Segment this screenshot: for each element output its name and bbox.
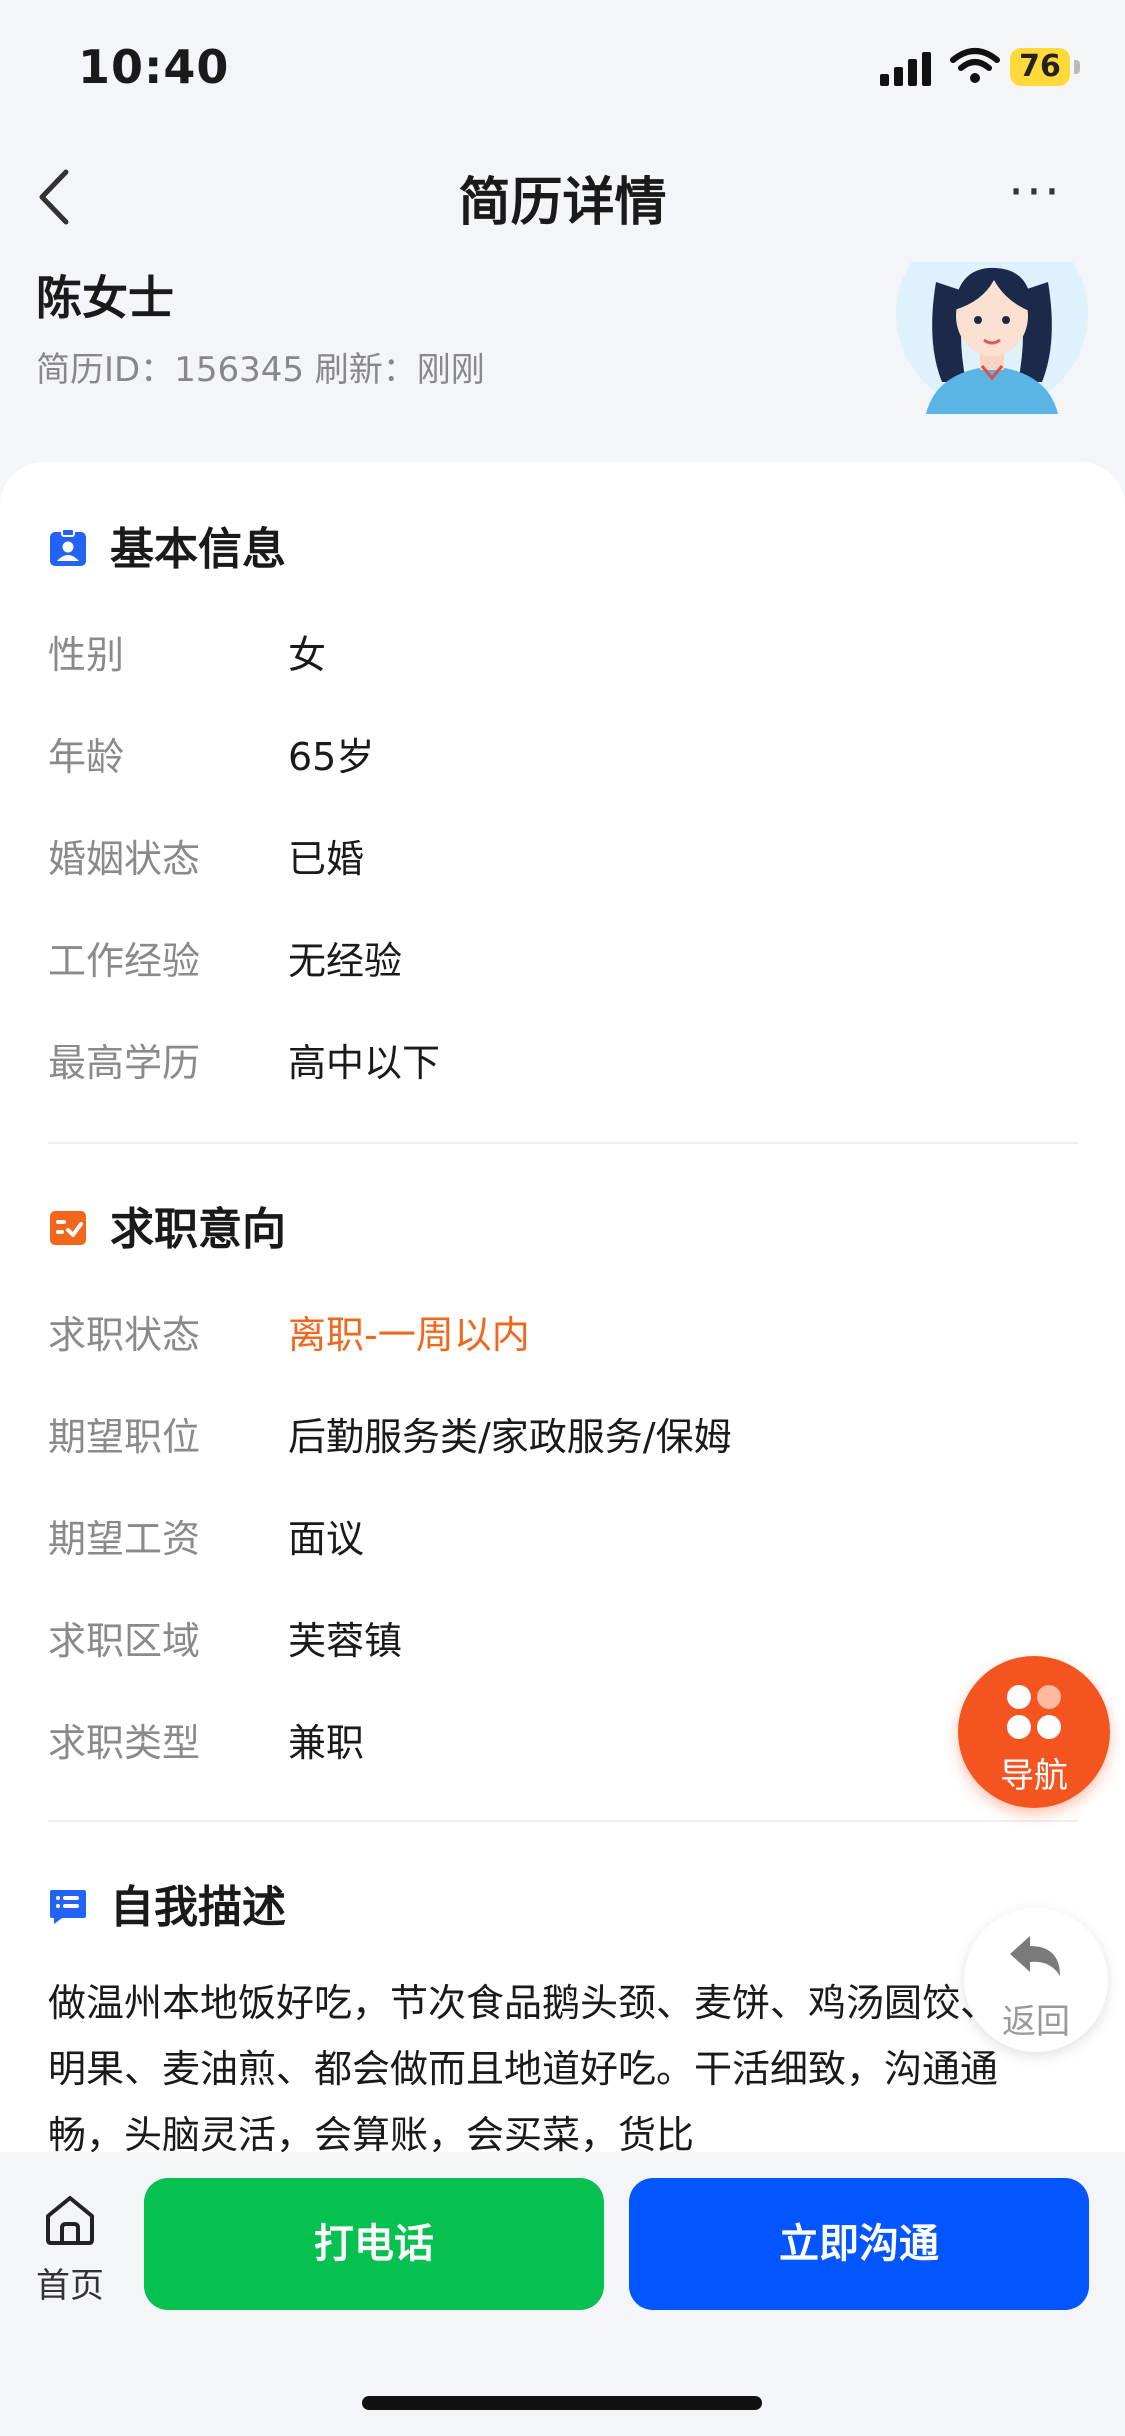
intent-row-status: 求职状态 离职-一周以内 xyxy=(48,1280,1078,1382)
intent-row-position: 期望职位 后勤服务类/家政服务/保姆 xyxy=(48,1382,1078,1484)
job-intent-header: 求职意向 xyxy=(48,1200,1078,1260)
checklist-icon xyxy=(50,1211,86,1245)
intent-value: 兼职 xyxy=(288,1721,365,1765)
info-label: 年龄 xyxy=(48,735,125,779)
intent-value: 后勤服务类/家政服务/保姆 xyxy=(288,1415,732,1459)
avatar xyxy=(896,262,1088,414)
bottom-action-bar: 首页 打电话 立即沟通 xyxy=(0,2152,1125,2436)
return-fab-button[interactable]: 返回 xyxy=(964,1908,1108,2052)
self-desc-header: 自我描述 xyxy=(48,1878,1078,1938)
basic-info-header: 基本信息 xyxy=(48,520,1078,580)
message-list-icon xyxy=(50,1890,86,1924)
self-desc-text: 做温州本地饭好吃，节次食品鹅头颈、麦饼、鸡汤圆饺、清明果、麦油煎、都会做而且地道… xyxy=(48,1981,1037,2157)
job-intent-title: 求职意向 xyxy=(110,1204,286,1255)
info-row-gender: 性别 女 xyxy=(48,600,1078,702)
status-bar: 10:40 76 xyxy=(0,0,1125,132)
intent-value: 面议 xyxy=(288,1517,365,1561)
home-tab[interactable]: 首页 xyxy=(20,2192,120,2306)
intent-row-area: 求职区域 芙蓉镇 xyxy=(48,1586,1078,1688)
info-row-marital-status: 婚姻状态 已婚 xyxy=(48,804,1078,906)
info-label: 最高学历 xyxy=(48,1041,201,1085)
home-icon xyxy=(46,2196,94,2245)
intent-row-type: 求职类型 兼职 xyxy=(48,1688,1078,1790)
page-title: 简历详情 xyxy=(458,173,667,233)
wifi-icon xyxy=(950,48,1000,83)
self-desc-title: 自我描述 xyxy=(110,1882,286,1933)
job-intent-section: 求职意向 求职状态 离职-一周以内 期望职位 后勤服务类/家政服务/保姆 期望工… xyxy=(48,1200,1078,1790)
chat-now-button[interactable]: 立即沟通 xyxy=(629,2178,1089,2310)
info-label: 性别 xyxy=(48,633,125,677)
self-desc-section: 自我描述 xyxy=(48,1878,1078,1938)
intent-label: 求职类型 xyxy=(48,1721,201,1765)
cellular-signal-icon xyxy=(880,50,934,86)
status-time: 10:40 xyxy=(78,40,230,94)
more-options-button[interactable]: ··· xyxy=(1000,167,1070,227)
info-value: 女 xyxy=(288,633,327,677)
intent-label: 期望工资 xyxy=(48,1517,201,1561)
info-value: 无经验 xyxy=(288,939,403,983)
job-status-value: 离职-一周以内 xyxy=(288,1313,530,1357)
info-value: 65岁 xyxy=(288,735,375,779)
profile-header: 陈女士 简历ID：156345 刷新：刚刚 xyxy=(0,262,1125,462)
basic-info-section: 基本信息 性别 女 年龄 65岁 婚姻状态 已婚 工作经验 无经验 最高学历 高… xyxy=(48,520,1078,1110)
info-value: 已婚 xyxy=(288,837,365,881)
home-label: 首页 xyxy=(36,2266,104,2306)
info-row-education: 最高学历 高中以下 xyxy=(48,1008,1078,1110)
resume-meta: 简历ID：156345 刷新：刚刚 xyxy=(36,350,485,390)
grid-icon xyxy=(1007,1685,1061,1739)
candidate-name: 陈女士 xyxy=(36,271,174,325)
info-label: 婚姻状态 xyxy=(48,837,201,881)
basic-info-title: 基本信息 xyxy=(110,524,286,575)
intent-value: 芙蓉镇 xyxy=(288,1619,403,1663)
info-row-age: 年龄 65岁 xyxy=(48,702,1078,804)
call-button[interactable]: 打电话 xyxy=(144,2178,604,2310)
battery-cap xyxy=(1074,60,1080,74)
section-divider xyxy=(48,1820,1078,1822)
info-value: 高中以下 xyxy=(288,1041,441,1085)
nav-fab-label: 导航 xyxy=(1000,1756,1068,1796)
section-divider xyxy=(48,1142,1078,1144)
info-label: 工作经验 xyxy=(48,939,201,983)
return-arrow-icon xyxy=(1010,1936,1060,1976)
home-indicator xyxy=(362,2396,762,2410)
nav-fab-button[interactable]: 导航 xyxy=(958,1656,1110,1808)
intent-label: 求职状态 xyxy=(48,1313,201,1357)
nav-bar: 简历详情 ··· xyxy=(0,132,1125,262)
battery-level: 76 xyxy=(1010,48,1070,86)
info-row-experience: 工作经验 无经验 xyxy=(48,906,1078,1008)
intent-label: 期望职位 xyxy=(48,1415,201,1459)
intent-row-salary: 期望工资 面议 xyxy=(48,1484,1078,1586)
id-card-icon xyxy=(50,528,86,566)
return-fab-label: 返回 xyxy=(1002,2002,1070,2042)
intent-label: 求职区域 xyxy=(48,1619,201,1663)
